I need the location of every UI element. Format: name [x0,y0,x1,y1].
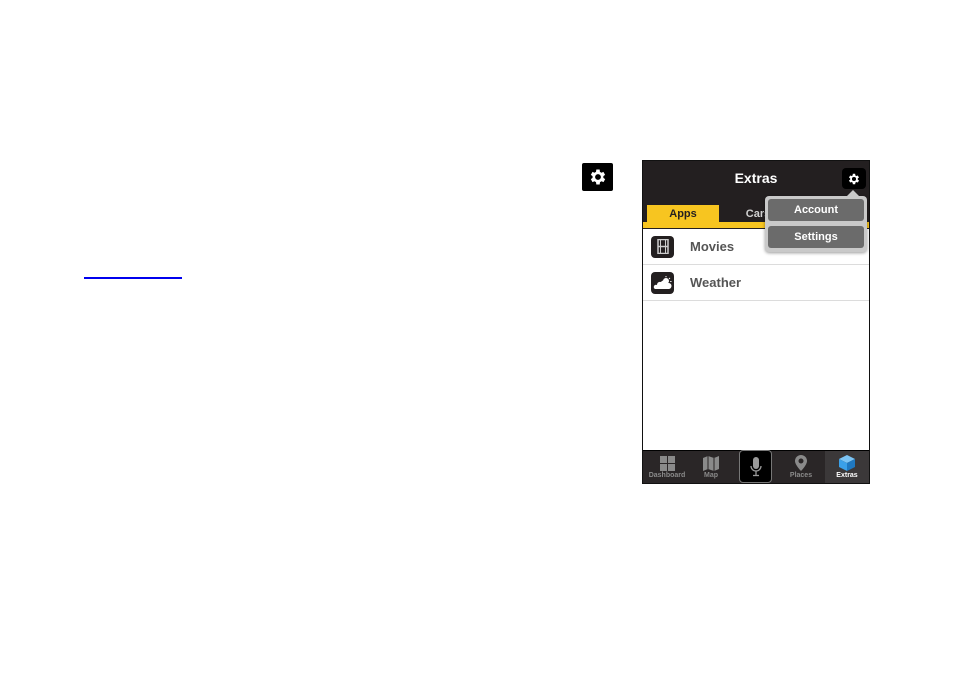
map-icon [703,455,719,471]
list-item-weather[interactable]: Weather [643,265,869,301]
grid-icon [659,455,675,471]
gear-icon [590,169,605,185]
tabbar-label: Places [789,472,813,479]
tabbar-item-map[interactable]: Map [691,451,731,483]
location-pin-icon [795,455,807,471]
document-link[interactable] [84,263,182,279]
tabbar-label: Map [704,472,718,479]
tabbar-label: Extras [836,472,858,479]
gear-icon [848,173,860,184]
nav-title: Extras [734,170,778,186]
phone-screenshot: Extras Apps Cars Movies Weather Account … [642,160,870,484]
cube-icon [839,455,855,471]
tab-apps[interactable]: Apps [647,205,719,222]
popup-arrow [847,190,859,196]
nav-bar: Extras [643,161,869,197]
tabbar-item-places[interactable]: Places [779,451,823,483]
menu-item-account[interactable]: Account [768,199,864,221]
tabbar-label: Dashboard [648,472,686,479]
weather-cloud-sun-icon [651,271,674,294]
tabbar-item-dashboard[interactable]: Dashboard [645,451,689,483]
bottom-tab-bar: Dashboard Map Places Extras [643,450,869,483]
microphone-icon [749,456,762,476]
settings-popup-menu: Account Settings [765,190,867,252]
menu-item-settings[interactable]: Settings [768,226,864,248]
list-item-label: Movies [690,239,735,254]
settings-gear-button[interactable] [582,163,613,191]
extras-list: Movies Weather [643,229,869,450]
film-icon [651,235,674,258]
list-item-label: Weather [690,275,742,290]
microphone-button[interactable] [739,450,772,483]
nav-settings-button[interactable] [842,168,866,189]
tabbar-item-extras[interactable]: Extras [825,451,869,483]
